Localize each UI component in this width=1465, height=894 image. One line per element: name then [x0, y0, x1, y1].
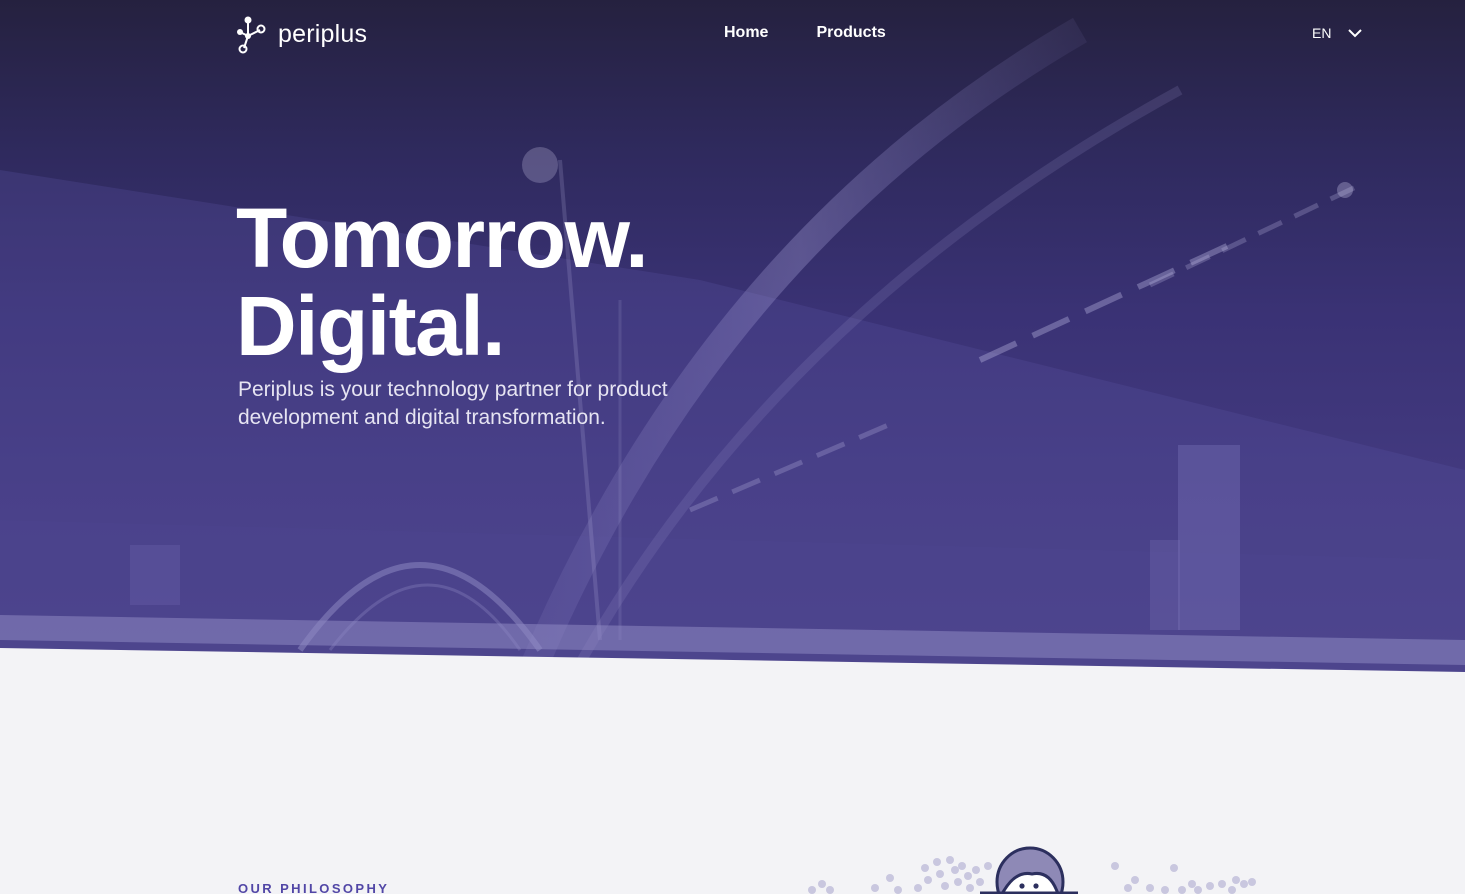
molecule-nodes-icon [237, 16, 266, 54]
brand-logo[interactable]: periplus [236, 14, 367, 54]
person-with-dots-illustration [808, 846, 1256, 894]
nav-link-home[interactable]: Home [724, 24, 768, 42]
nav-link-products[interactable]: Products [816, 24, 885, 42]
hero-headline: Tomorrow. Digital. [236, 191, 649, 373]
hero-headline-line1: Tomorrow. [236, 191, 649, 285]
top-navigation: periplus Home Products EN [0, 0, 1465, 68]
language-selector[interactable]: EN [1312, 25, 1363, 41]
hero-headline-line2: Digital. [236, 279, 506, 373]
page: periplus Home Products EN Tomorrow. Digi… [0, 0, 1465, 894]
philosophy-label: OUR PHILOSOPHY [238, 881, 390, 894]
language-selected: EN [1312, 25, 1332, 41]
main-menu: Home Products [724, 24, 886, 42]
brand-name: periplus [278, 19, 368, 48]
hero-bottom-edge [0, 615, 1465, 894]
hero-description: Periplus is your technology partner for … [238, 378, 668, 429]
chevron-down-icon [1348, 29, 1363, 38]
